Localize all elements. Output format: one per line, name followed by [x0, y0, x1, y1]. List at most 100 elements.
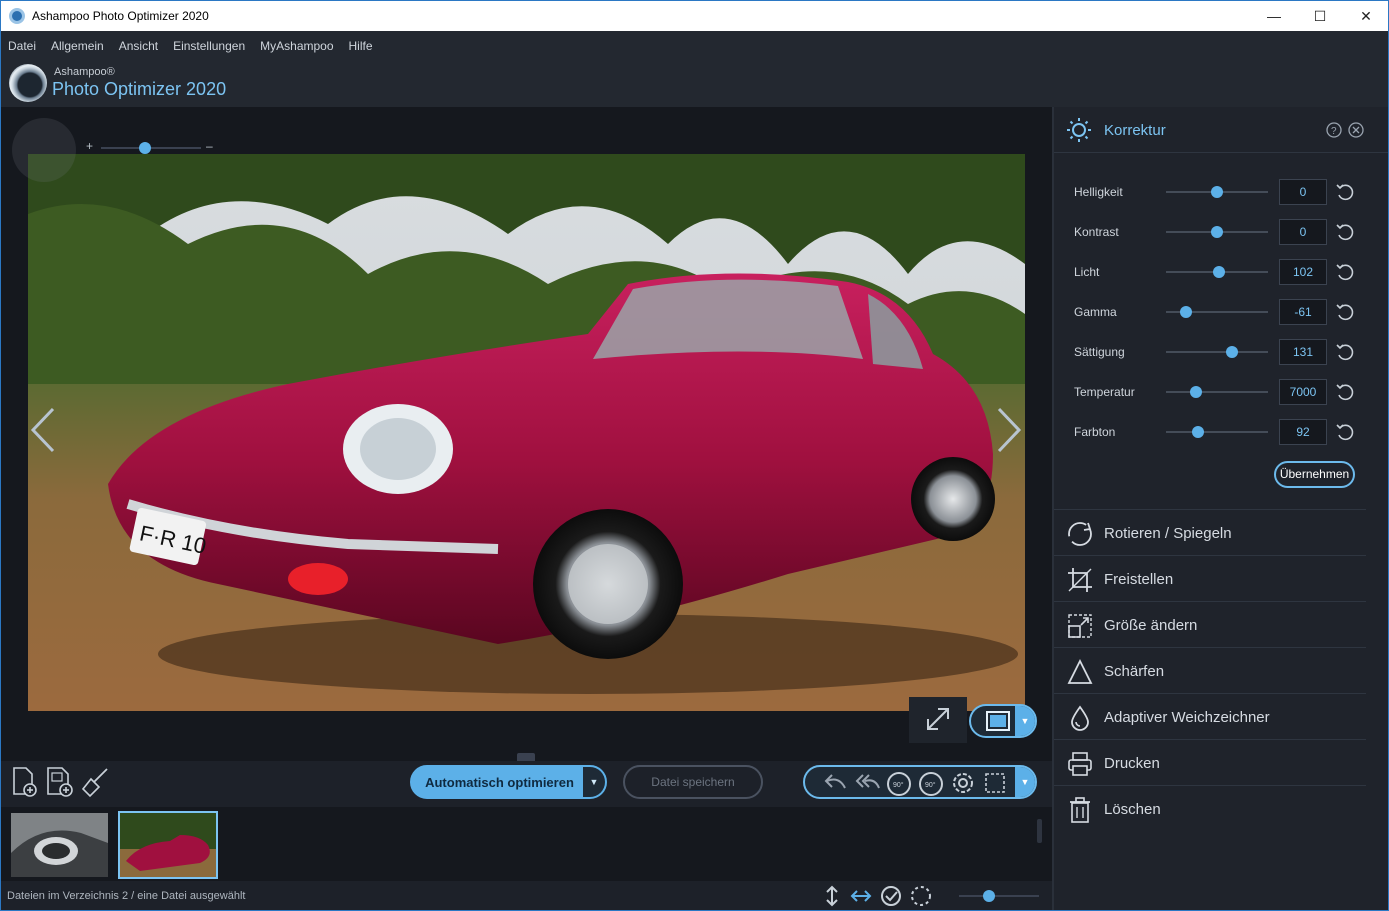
slider-value-input[interactable]: 92 — [1279, 419, 1327, 445]
previous-image-icon[interactable] — [27, 405, 61, 455]
menu-ansicht[interactable]: Ansicht — [119, 39, 158, 53]
close-panel-icon[interactable] — [1348, 122, 1364, 138]
slider-value-input[interactable]: 7000 — [1279, 379, 1327, 405]
next-image-icon[interactable] — [991, 405, 1025, 455]
thumbnail-item[interactable] — [11, 813, 108, 877]
app-icon — [9, 8, 25, 24]
expand-icon — [927, 708, 949, 730]
edit-tools-dropdown-icon[interactable]: ▼ — [1015, 767, 1035, 797]
save-file-button[interactable]: Datei speichern — [623, 765, 763, 799]
correction-panel: Korrektur ? Helligkeit 0 Kontrast 0 Licht 102… — [1052, 107, 1388, 910]
app-window: Ashampoo Photo Optimizer 2020 — ☐ ✕ Date… — [0, 0, 1389, 911]
view-mode-dropdown-icon[interactable]: ▼ — [1015, 706, 1035, 736]
menu-hilfe[interactable]: Hilfe — [349, 39, 373, 53]
slider-value-input[interactable]: 131 — [1279, 339, 1327, 365]
slider-thumb[interactable] — [1191, 426, 1204, 438]
thumbnail-size-thumb[interactable] — [983, 890, 996, 902]
slider-row: Temperatur 7000 — [1054, 372, 1388, 412]
reset-icon[interactable] — [1334, 182, 1354, 202]
rotate-left-icon[interactable]: 90° — [885, 769, 913, 797]
slider-track[interactable] — [1166, 391, 1268, 393]
reset-icon[interactable] — [1334, 302, 1354, 322]
zoom-plus[interactable]: + — [86, 139, 93, 153]
fit-horizontal-icon[interactable] — [849, 884, 873, 908]
rotate-icon — [1068, 522, 1092, 546]
zoom-minus[interactable]: – — [206, 139, 213, 153]
slider-thumb[interactable] — [1180, 306, 1193, 318]
tool-trash[interactable]: Löschen — [1054, 785, 1366, 831]
tool-label: Rotieren / Spiegeln — [1104, 525, 1232, 542]
fullscreen-button[interactable] — [909, 697, 967, 743]
auto-optimize-dropdown-icon[interactable]: ▼ — [583, 767, 605, 797]
clear-broom-icon[interactable] — [81, 765, 111, 799]
tool-drop[interactable]: Adaptiver Weichzeichner — [1054, 693, 1366, 739]
slider-value-input[interactable]: -61 — [1279, 299, 1327, 325]
zoom-slider[interactable]: + – — [86, 139, 221, 155]
slider-value-input[interactable]: 0 — [1279, 219, 1327, 245]
slider-label: Sättigung — [1074, 345, 1125, 359]
minimize-button[interactable]: — — [1251, 1, 1297, 31]
single-view-icon — [986, 711, 1010, 731]
thumbnail-item-selected[interactable] — [118, 811, 218, 879]
main-photo[interactable]: F·R 10 — [28, 154, 1025, 711]
maximize-button[interactable]: ☐ — [1297, 1, 1343, 31]
slider-row: Gamma -61 — [1054, 292, 1388, 332]
view-mode-button[interactable]: ▼ — [969, 704, 1037, 738]
brand-bar: Ashampoo® Photo Optimizer 2020 — [1, 61, 1388, 107]
svg-text:90°: 90° — [925, 781, 936, 789]
fit-vertical-icon[interactable] — [821, 884, 843, 908]
trash-icon — [1070, 797, 1090, 823]
slider-thumb[interactable] — [1226, 346, 1239, 358]
undo-icon[interactable] — [821, 770, 849, 796]
slider-track[interactable] — [1166, 351, 1268, 353]
reset-icon[interactable] — [1334, 422, 1354, 442]
tool-label: Schärfen — [1104, 663, 1165, 680]
thumbnail-scrollbar[interactable] — [1037, 819, 1042, 843]
menu-allgemein[interactable]: Allgemein — [51, 39, 104, 53]
reset-icon[interactable] — [1334, 262, 1354, 282]
apply-button[interactable]: Übernehmen — [1274, 461, 1355, 488]
slider-row: Kontrast 0 — [1054, 212, 1388, 252]
tool-print[interactable]: Drucken — [1054, 739, 1366, 785]
resize-icon — [1068, 614, 1092, 638]
slider-row: Helligkeit 0 — [1054, 172, 1388, 212]
reset-icon[interactable] — [1334, 342, 1354, 362]
tool-crop[interactable]: Freistellen — [1054, 555, 1366, 601]
slider-thumb[interactable] — [1211, 186, 1223, 198]
slider-thumb[interactable] — [1211, 226, 1223, 238]
zoom-track[interactable] — [101, 147, 201, 149]
zoom-thumb[interactable] — [139, 142, 151, 154]
menu-datei[interactable]: Datei — [8, 39, 36, 53]
menu-einstellungen[interactable]: Einstellungen — [173, 39, 245, 53]
thumbnail-strip — [1, 807, 1052, 881]
brand-product: Photo Optimizer 2020 — [52, 79, 227, 99]
menu-myashampoo[interactable]: MyAshampoo — [260, 39, 333, 53]
tool-resize[interactable]: Größe ändern — [1054, 601, 1366, 647]
panel-collapse-handle[interactable] — [517, 753, 535, 761]
svg-text:?: ? — [1331, 126, 1337, 137]
ashampoo-logo — [9, 64, 47, 102]
thumbnail-size-track[interactable] — [959, 895, 1039, 897]
undo-all-icon[interactable] — [853, 770, 881, 796]
auto-optimize-button[interactable]: Automatisch optimieren ▼ — [410, 765, 607, 799]
slider-row: Sättigung 131 — [1054, 332, 1388, 372]
close-button[interactable]: ✕ — [1343, 1, 1388, 31]
add-folder-icon[interactable] — [45, 765, 75, 799]
select-all-icon[interactable] — [879, 884, 903, 908]
reset-icon[interactable] — [1334, 222, 1354, 242]
slider-thumb[interactable] — [1189, 386, 1202, 398]
help-icon[interactable]: ? — [1326, 122, 1342, 138]
add-file-icon[interactable] — [9, 765, 39, 799]
slider-track[interactable] — [1166, 431, 1268, 433]
rotate-right-icon[interactable]: 90° — [917, 769, 945, 797]
navigation-pad[interactable] — [12, 118, 76, 182]
reset-icon[interactable] — [1334, 382, 1354, 402]
slider-thumb[interactable] — [1213, 266, 1226, 278]
slider-value-input[interactable]: 102 — [1279, 259, 1327, 285]
settings-gear-icon[interactable] — [949, 769, 977, 797]
deselect-icon[interactable] — [909, 884, 933, 908]
selection-icon[interactable] — [981, 769, 1009, 797]
tool-rotate[interactable]: Rotieren / Spiegeln — [1054, 509, 1366, 555]
slider-value-input[interactable]: 0 — [1279, 179, 1327, 205]
tool-sharpen[interactable]: Schärfen — [1054, 647, 1366, 693]
